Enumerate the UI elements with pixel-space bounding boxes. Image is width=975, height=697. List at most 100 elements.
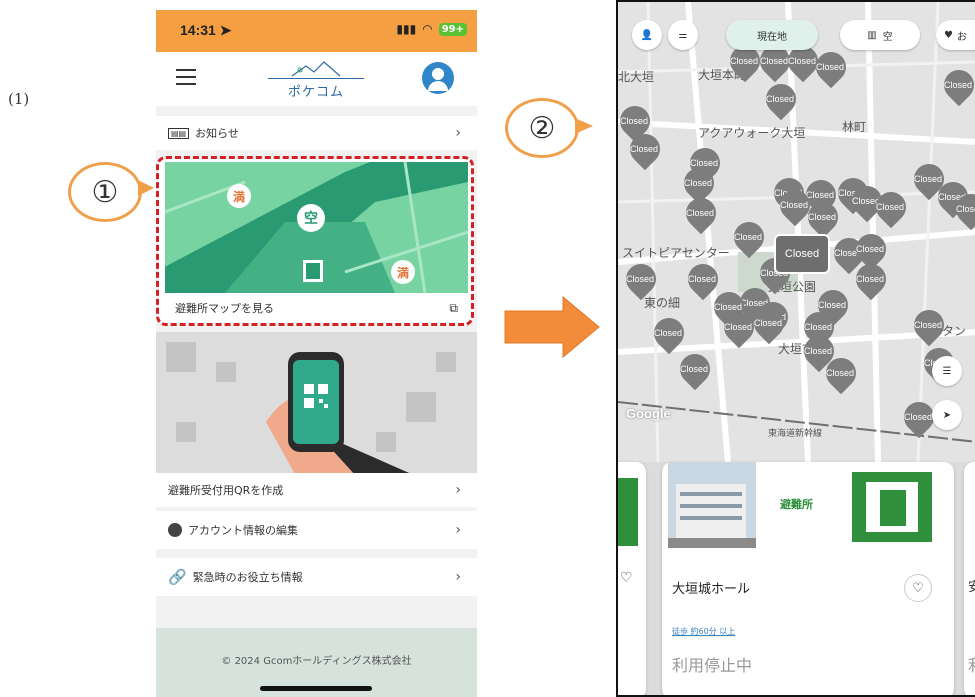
qr-illustration xyxy=(156,332,477,476)
heart-outline-icon[interactable]: ♡ xyxy=(620,570,633,586)
heart-outline-icon[interactable]: ♡ xyxy=(904,574,932,602)
copyright-text: © 2024 Gcomホールディングス株式会社 xyxy=(221,656,412,667)
callout-two: ② xyxy=(505,98,593,158)
closed-pin-label: Closed xyxy=(856,244,885,254)
closed-pin[interactable]: Closed xyxy=(801,195,845,239)
closed-pin-label: Closed xyxy=(760,56,789,66)
closed-pin[interactable]: Closed xyxy=(869,185,913,229)
closed-pin[interactable]: Closed xyxy=(723,39,767,83)
favorite-filter-label: お xyxy=(956,31,967,43)
battery-icon: 99+ xyxy=(438,22,467,36)
menu-row-emergency-info[interactable]: 🔗 緊急時のお役立ち情報 › xyxy=(156,558,477,596)
map-card-highlight xyxy=(156,156,474,326)
step-label: (1) xyxy=(8,90,30,108)
exit-sign-icon xyxy=(618,478,638,546)
closed-pin-label: Closed xyxy=(626,274,655,284)
google-logo: Google xyxy=(626,406,671,421)
person-icon[interactable]: 👤 xyxy=(632,20,662,50)
favorite-filter-button[interactable]: ♥ お xyxy=(936,20,975,50)
current-location-label: 現在地 xyxy=(757,31,787,43)
shelter-status: 利用停止中 xyxy=(672,656,753,675)
avatar[interactable] xyxy=(422,62,454,94)
closed-pin[interactable]: Closed xyxy=(679,191,723,235)
closed-pin[interactable]: Closed xyxy=(647,311,691,355)
map-label: スイトピアセンター xyxy=(622,246,730,260)
notice-row[interactable]: ▤▤ お知らせ › xyxy=(156,116,477,150)
closed-pin[interactable]: Closed xyxy=(747,301,791,345)
closed-pin-label: Closed xyxy=(904,412,933,422)
shelter-name: 大垣城ホール xyxy=(672,582,751,597)
shelter-card-next[interactable]: 安 利 xyxy=(964,462,975,695)
map-label: アクアウォーク大垣 xyxy=(698,126,806,140)
chevron-right-icon: › xyxy=(455,522,461,538)
next-card-status: 利 xyxy=(968,652,975,676)
navigation-arrow-icon[interactable]: ➤ xyxy=(932,400,962,430)
walking-distance-link[interactable]: 徒歩 約60分 以上 xyxy=(672,626,735,637)
closed-pin[interactable]: Closed xyxy=(897,395,941,439)
chevron-right-icon: › xyxy=(455,569,461,585)
filter-icon[interactable]: ⚌ xyxy=(668,20,698,50)
map-label: 林町 xyxy=(842,120,867,134)
closed-pin-label: Closed xyxy=(686,208,715,218)
shelter-photo xyxy=(668,462,756,548)
callout-two-tail xyxy=(575,118,593,134)
menu-row-emergency-info-label: 緊急時のお役立ち情報 xyxy=(192,571,303,584)
selected-closed-pin[interactable]: Closed xyxy=(774,234,830,274)
callout-one-tail xyxy=(138,180,154,196)
callout-one: ① xyxy=(68,162,154,222)
closed-pin-label: Closed xyxy=(956,204,975,214)
closed-pin[interactable]: Closed xyxy=(937,63,975,107)
chevron-right-icon: › xyxy=(455,482,461,498)
closed-pin-label: Closed xyxy=(620,116,649,126)
status-icons: ▮▮▮ ◠ 99+ xyxy=(396,22,467,36)
closed-pin-label: Closed xyxy=(804,346,833,356)
menu-icon[interactable] xyxy=(176,69,196,85)
wifi-icon: ◠ xyxy=(422,22,433,36)
menu-row-account-edit[interactable]: アカウント情報の編集 › xyxy=(156,511,477,549)
closed-pin[interactable]: Closed xyxy=(849,257,893,301)
emergency-exit-icon xyxy=(852,472,932,542)
closed-pin[interactable]: Closed xyxy=(759,77,803,121)
closed-pin-label: Closed xyxy=(808,212,837,222)
callout-two-text: ② xyxy=(505,98,579,158)
shelter-card[interactable]: 避難所 大垣城ホール ♡ 徒歩 約60分 以上 利用停止中 xyxy=(662,462,954,695)
closed-pin[interactable]: Closed xyxy=(949,187,975,231)
closed-pin-label: Closed xyxy=(818,300,847,310)
current-location-button[interactable]: 現在地 xyxy=(726,20,818,50)
list-icon[interactable]: ☰ xyxy=(932,356,962,386)
notice-label: お知らせ xyxy=(195,127,239,140)
closed-pin[interactable]: Closed xyxy=(819,351,863,395)
closed-pin-label: Closed xyxy=(734,232,763,242)
closed-pin-label: Closed xyxy=(856,274,885,284)
callout-one-text: ① xyxy=(68,162,142,222)
vacancy-icon: ▥ xyxy=(867,29,877,41)
closed-pin[interactable]: Closed xyxy=(907,303,951,347)
app-logo: ポケコム xyxy=(268,58,364,102)
closed-pin[interactable]: Closed xyxy=(619,257,663,301)
closed-pin-label: Closed xyxy=(630,144,659,154)
home-indicator[interactable] xyxy=(260,686,372,691)
account-icon xyxy=(168,523,182,537)
menu-row-create-qr[interactable]: 避難所受付用QRを作成 › xyxy=(156,473,477,507)
closed-pin-label: Closed xyxy=(690,158,719,168)
menu-row-create-qr-label: 避難所受付用QRを作成 xyxy=(168,484,284,497)
closed-pin[interactable]: Closed xyxy=(623,127,667,171)
closed-pin-label: Closed xyxy=(788,56,817,66)
closed-pin-label: Closed xyxy=(754,318,783,328)
map-label: 東海道新幹線 xyxy=(768,429,823,439)
shelter-card-previous[interactable]: ♡ xyxy=(618,462,646,695)
chevron-right-icon: › xyxy=(455,125,461,141)
closed-pin-label: Closed xyxy=(730,56,759,66)
closed-pin[interactable]: Closed xyxy=(727,215,771,259)
closed-pin[interactable]: Closed xyxy=(717,305,761,349)
closed-pin[interactable]: Closed xyxy=(673,347,717,391)
logo-mountain-icon xyxy=(291,61,341,77)
shelter-map[interactable]: 北大垣 大垣本町 アクアウォーク大垣 林町 スイトピアセンター 大垣公園 東の細… xyxy=(618,2,975,462)
closed-pin-label: Closed xyxy=(684,178,713,188)
status-time-text: 14:31 xyxy=(180,22,216,38)
heart-icon: ♥ xyxy=(944,29,953,41)
vacant-filter-button[interactable]: ▥ 空 xyxy=(840,20,920,50)
status-time: 14:31 ➤ xyxy=(180,22,232,38)
closed-pin[interactable]: Closed xyxy=(809,45,853,89)
vacant-filter-label: 空 xyxy=(882,31,893,43)
